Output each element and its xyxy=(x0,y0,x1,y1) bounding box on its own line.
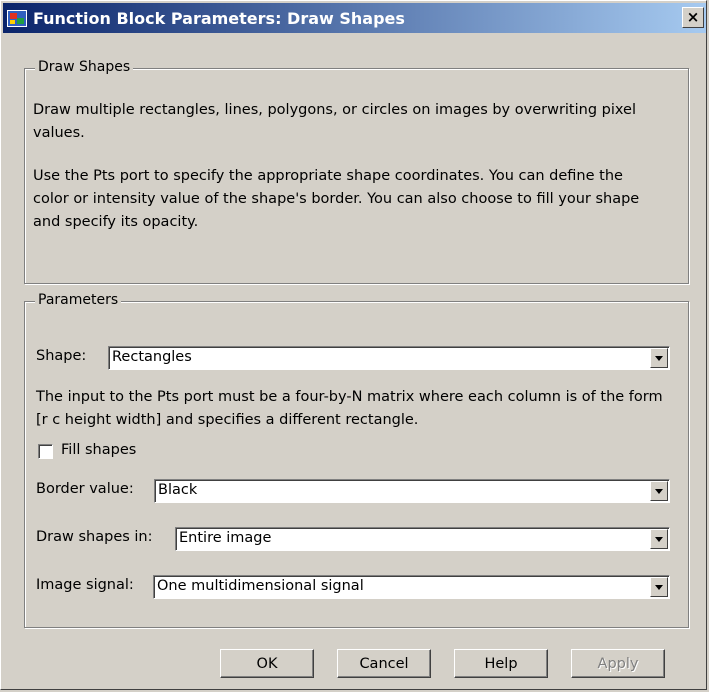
dialog-window: Function Block Parameters: Draw Shapes ×… xyxy=(0,0,707,690)
image-signal-label: Image signal: xyxy=(36,577,134,593)
description-group-title: Draw Shapes xyxy=(35,59,134,75)
fill-shapes-label[interactable]: Fill shapes xyxy=(61,442,136,458)
shape-help-line: [r c height width] and specifies a diffe… xyxy=(36,412,419,428)
description-line: values. xyxy=(33,125,85,141)
image-signal-value: One multidimensional signal xyxy=(157,578,364,594)
close-icon: × xyxy=(686,8,700,26)
chevron-down-icon[interactable] xyxy=(650,529,668,549)
shape-help-line: The input to the Pts port must be a four… xyxy=(36,389,663,405)
shape-label: Shape: xyxy=(36,348,87,364)
description-line: Use the Pts port to specify the appropri… xyxy=(33,168,623,184)
border-value-label: Border value: xyxy=(36,481,134,497)
description-line: color or intensity value of the shape's … xyxy=(33,191,640,207)
image-signal-dropdown[interactable]: One multidimensional signal xyxy=(153,575,670,599)
description-group: Draw Shapes Draw multiple rectangles, li… xyxy=(24,59,689,284)
title-bar[interactable]: Function Block Parameters: Draw Shapes × xyxy=(3,3,706,33)
shape-dropdown[interactable]: Rectangles xyxy=(108,346,670,370)
border-value: Black xyxy=(158,482,198,498)
close-button[interactable]: × xyxy=(682,7,704,28)
help-button[interactable]: Help xyxy=(454,649,548,678)
chevron-down-icon[interactable] xyxy=(650,481,668,501)
parameters-group: Parameters Shape: Rectangles The input t… xyxy=(24,292,689,628)
border-value-dropdown[interactable]: Black xyxy=(154,479,670,503)
chevron-down-icon[interactable] xyxy=(650,348,668,368)
window-title: Function Block Parameters: Draw Shapes xyxy=(33,9,405,28)
ok-button[interactable]: OK xyxy=(220,649,314,678)
description-line: and specify its opacity. xyxy=(33,214,199,230)
parameters-group-title: Parameters xyxy=(35,292,122,308)
draw-shapes-in-dropdown[interactable]: Entire image xyxy=(175,527,670,551)
draw-shapes-in-label: Draw shapes in: xyxy=(36,529,153,545)
simulink-block-icon xyxy=(7,10,27,27)
cancel-button[interactable]: Cancel xyxy=(337,649,431,678)
apply-button: Apply xyxy=(571,649,665,678)
shape-value: Rectangles xyxy=(112,349,192,365)
draw-shapes-in-value: Entire image xyxy=(179,530,272,546)
fill-shapes-checkbox[interactable] xyxy=(38,444,53,459)
description-line: Draw multiple rectangles, lines, polygon… xyxy=(33,102,636,118)
chevron-down-icon[interactable] xyxy=(650,577,668,597)
